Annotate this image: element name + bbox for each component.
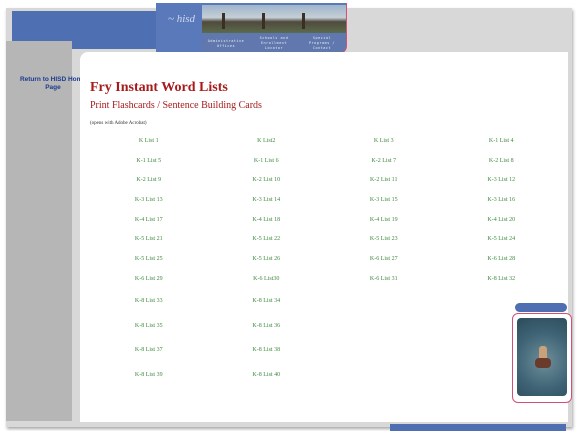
word-list-link[interactable]: K-2 List 9	[90, 177, 208, 183]
word-list-link[interactable]: K-8 List 35	[90, 323, 208, 329]
word-list-link[interactable]: K-2 List 8	[443, 158, 561, 164]
word-list-link[interactable]: K-5 List 26	[208, 256, 326, 262]
acrobat-note: (opens with Adobe Acrobat)	[90, 121, 147, 126]
word-list-row: K-6 List 29 K-6 List30 K-6 List 31 K-8 L…	[90, 269, 560, 289]
decorative-pill	[515, 303, 567, 312]
word-list-link[interactable]: K-6 List 28	[443, 256, 561, 262]
nav-link-programs[interactable]: Special Programs / Contact	[302, 36, 342, 51]
word-list-row: K-8 List 37 K-8 List 38	[90, 338, 560, 363]
word-list-link[interactable]: K-8 List 36	[208, 323, 326, 329]
word-list-link[interactable]: K-6 List 27	[325, 256, 443, 262]
banner-post	[262, 13, 265, 29]
word-list-grid: K List 1 K List2 K List 3 K-1 List 4 K-1…	[90, 131, 560, 388]
banner-post	[222, 13, 225, 29]
sidebar	[6, 41, 72, 421]
word-list-link[interactable]: K-3 List 14	[208, 197, 326, 203]
word-list-link[interactable]: K-5 List 24	[443, 236, 561, 242]
banner-photo	[202, 5, 346, 33]
word-list-link[interactable]: K List 3	[325, 138, 443, 144]
reader-photo	[517, 318, 567, 396]
word-list-link[interactable]: K-6 List 31	[325, 276, 443, 282]
word-list-link[interactable]: K-8 List 32	[443, 276, 561, 282]
word-list-link[interactable]: K-1 List 4	[443, 138, 561, 144]
word-list-link[interactable]: K-4 List 20	[443, 217, 561, 223]
banner-post	[302, 13, 305, 29]
word-list-link[interactable]: K-4 List 18	[208, 217, 326, 223]
word-list-link[interactable]: K-5 List 21	[90, 236, 208, 242]
word-list-row: K-8 List 35 K-8 List 36	[90, 313, 560, 338]
word-list-link[interactable]: K-5 List 22	[208, 236, 326, 242]
word-list-link[interactable]: K-8 List 38	[208, 347, 326, 353]
word-list-row: K-8 List 33 K-8 List 34	[90, 289, 560, 314]
page-subtitle: Print Flashcards / Sentence Building Car…	[90, 100, 262, 111]
word-list-link[interactable]: K-6 List 29	[90, 276, 208, 282]
word-list-link[interactable]: K-4 List 19	[325, 217, 443, 223]
word-list-link[interactable]: K-8 List 40	[208, 372, 326, 378]
word-list-row: K-5 List 25 K-5 List 26 K-6 List 27 K-6 …	[90, 249, 560, 269]
word-list-row: K-4 List 17 K-4 List 18 K-4 List 19 K-4 …	[90, 210, 560, 230]
word-list-link[interactable]: K-8 List 37	[90, 347, 208, 353]
page-title: Fry Instant Word Lists	[90, 80, 228, 95]
word-list-link[interactable]: K-8 List 34	[208, 298, 326, 304]
word-list-row: K List 1 K List2 K List 3 K-1 List 4	[90, 131, 560, 151]
word-list-link[interactable]: K-3 List 16	[443, 197, 561, 203]
header-banner: ~ hisd Administrative Offices Schools an…	[156, 3, 347, 54]
word-list-link[interactable]: K-1 List 6	[208, 158, 326, 164]
word-list-link[interactable]: K-3 List 12	[443, 177, 561, 183]
word-list-link[interactable]: K-8 List 33	[90, 298, 208, 304]
word-list-link[interactable]: K-3 List 13	[90, 197, 208, 203]
word-list-link[interactable]: K List 1	[90, 138, 208, 144]
nav-link-schools[interactable]: Schools and Enrollment Locator	[254, 36, 294, 51]
word-list-link[interactable]: K-3 List 15	[325, 197, 443, 203]
word-list-link[interactable]: K-5 List 25	[90, 256, 208, 262]
photo-figure	[535, 358, 551, 368]
word-list-link[interactable]: K-2 List 7	[325, 158, 443, 164]
hisd-logo[interactable]: ~ hisd	[168, 13, 195, 25]
photo-frame	[512, 313, 572, 403]
word-list-link[interactable]: K-4 List 17	[90, 217, 208, 223]
word-list-row: K-2 List 9 K-2 List 10 K-2 List 11 K-3 L…	[90, 170, 560, 190]
word-list-row: K-5 List 21 K-5 List 22 K-5 List 23 K-5 …	[90, 229, 560, 249]
word-list-link[interactable]: K-2 List 10	[208, 177, 326, 183]
word-list-link[interactable]: K-2 List 11	[325, 177, 443, 183]
word-list-link[interactable]: K List2	[208, 138, 326, 144]
word-list-row: K-3 List 13 K-3 List 14 K-3 List 15 K-3 …	[90, 190, 560, 210]
word-list-link[interactable]: K-6 List30	[208, 276, 326, 282]
banner-nav: Administrative Offices Schools and Enrol…	[202, 34, 346, 53]
word-list-row: K-8 List 39 K-8 List 40	[90, 363, 560, 388]
word-list-row: K-1 List 5 K-1 List 6 K-2 List 7 K-2 Lis…	[90, 151, 560, 171]
word-list-link[interactable]: K-8 List 39	[90, 372, 208, 378]
nav-link-offices[interactable]: Administrative Offices	[206, 39, 246, 49]
bottom-bar	[390, 424, 566, 431]
word-list-link[interactable]: K-1 List 5	[90, 158, 208, 164]
word-list-link[interactable]: K-5 List 23	[325, 236, 443, 242]
return-home-link[interactable]: Return to HISD Home Page	[16, 76, 90, 92]
